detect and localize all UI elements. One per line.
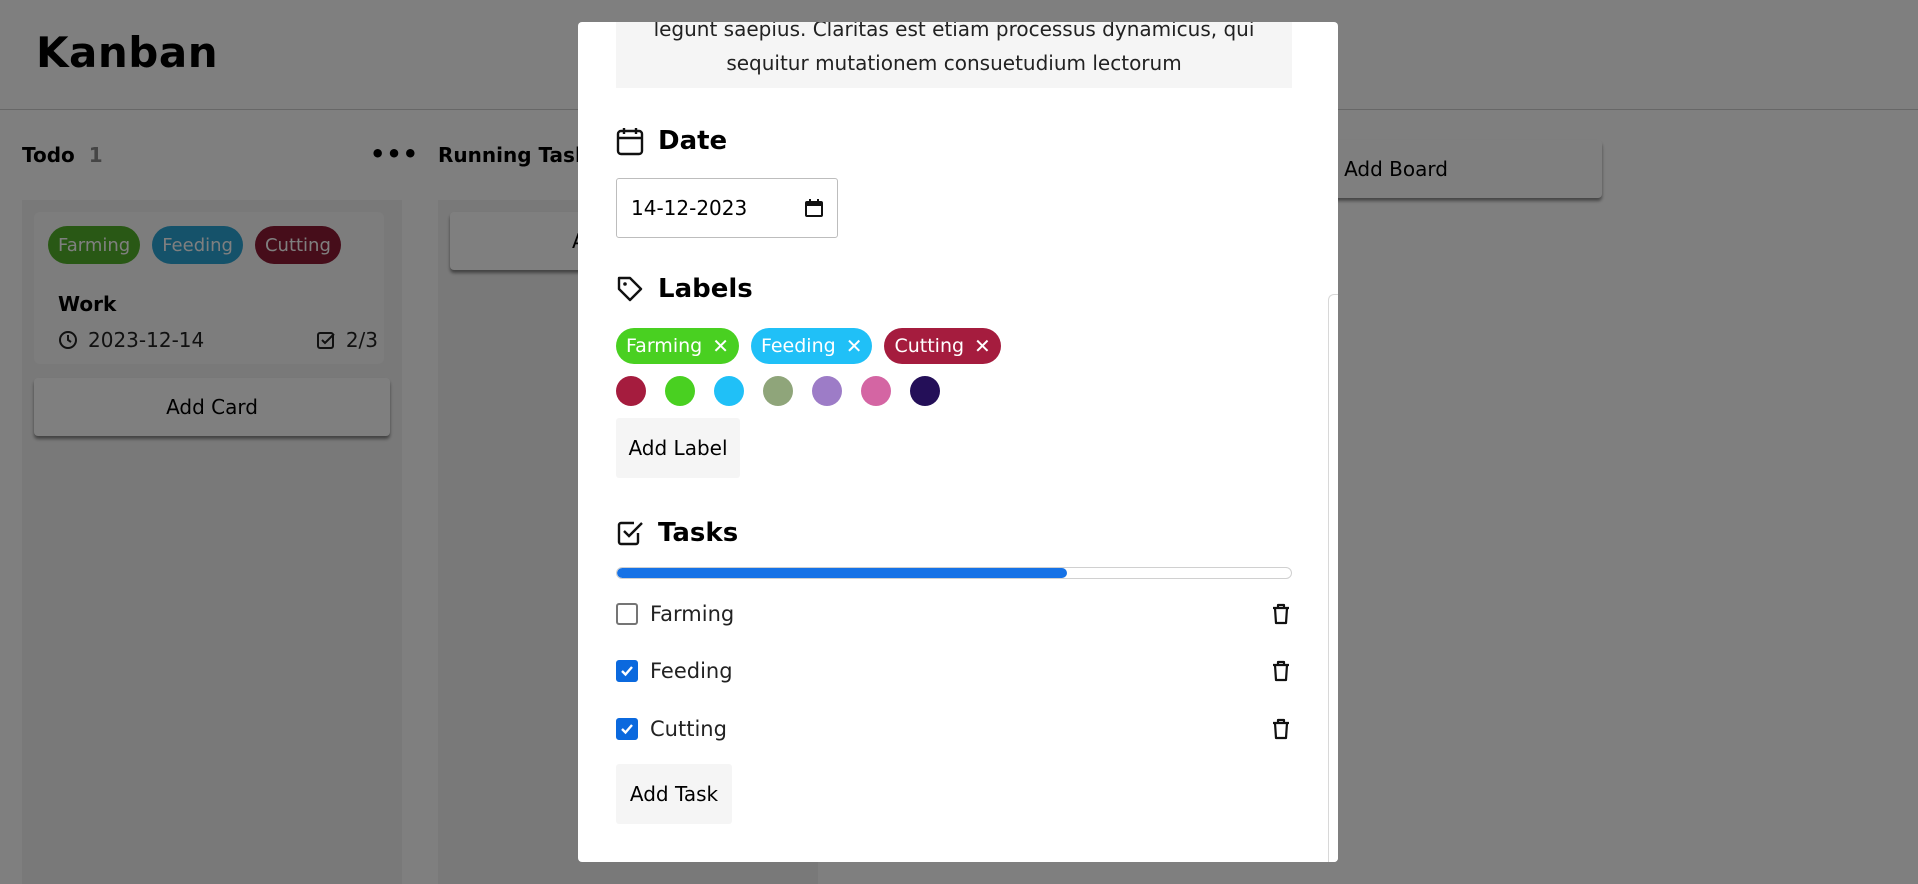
label-color-palette [616,376,940,406]
date-value: 14-12-2023 [631,196,748,220]
tag-icon [617,276,643,302]
date-input[interactable]: 14-12-2023 [616,178,838,238]
task-checkbox[interactable] [616,603,638,625]
modal-scrollbar[interactable] [1328,294,1338,862]
trash-icon[interactable] [1270,602,1292,626]
calendar-picker-icon[interactable] [805,199,823,217]
task-checkbox[interactable] [616,718,638,740]
task-item: Feeding [616,656,1292,686]
card-description[interactable]: legunt saepius. Claritas est etiam proce… [616,22,1292,88]
color-swatch[interactable] [861,376,891,406]
description-line: legunt saepius. Claritas est etiam proce… [653,22,1255,41]
add-label-button[interactable]: Add Label [616,418,740,478]
remove-label-icon[interactable]: ✕ [974,334,991,358]
description-line: sequitur mutationem consuetudium lectoru… [726,51,1182,75]
color-swatch[interactable] [616,376,646,406]
remove-label-icon[interactable]: ✕ [846,334,863,358]
label-chip: Feeding ✕ [750,328,873,364]
task-label: Cutting [650,717,727,741]
task-checkbox[interactable] [616,660,638,682]
tasks-section-header: Tasks [616,518,738,548]
tasks-progress-bar [616,567,1292,579]
label-chip: Farming ✕ [616,328,739,364]
task-item: Cutting [616,714,1292,744]
task-item: Farming [616,599,1292,629]
label-list: Farming ✕ Feeding ✕ Cutting ✕ [616,328,1001,364]
remove-label-icon[interactable]: ✕ [712,334,729,358]
task-label: Farming [650,602,735,626]
label-chip-text: Cutting [894,335,965,357]
tasks-heading: Tasks [658,518,739,548]
label-chip-text: Farming [626,335,703,357]
add-task-button[interactable]: Add Task [616,764,732,824]
date-section-header: Date [616,126,727,156]
label-chip: Cutting ✕ [884,328,1001,364]
date-heading: Date [658,126,728,156]
trash-icon[interactable] [1270,659,1292,683]
color-swatch[interactable] [665,376,695,406]
task-label: Feeding [650,659,733,683]
color-swatch[interactable] [910,376,940,406]
label-chip-text: Feeding [760,335,836,357]
card-detail-modal: legunt saepius. Claritas est etiam proce… [578,22,1338,862]
labels-section-header: Labels [616,274,753,304]
labels-heading: Labels [658,274,753,304]
color-swatch[interactable] [714,376,744,406]
color-swatch[interactable] [763,376,793,406]
trash-icon[interactable] [1270,717,1292,741]
checkbox-icon [617,521,643,546]
tasks-progress-fill [617,568,1067,578]
calendar-icon [616,128,644,156]
color-swatch[interactable] [812,376,842,406]
